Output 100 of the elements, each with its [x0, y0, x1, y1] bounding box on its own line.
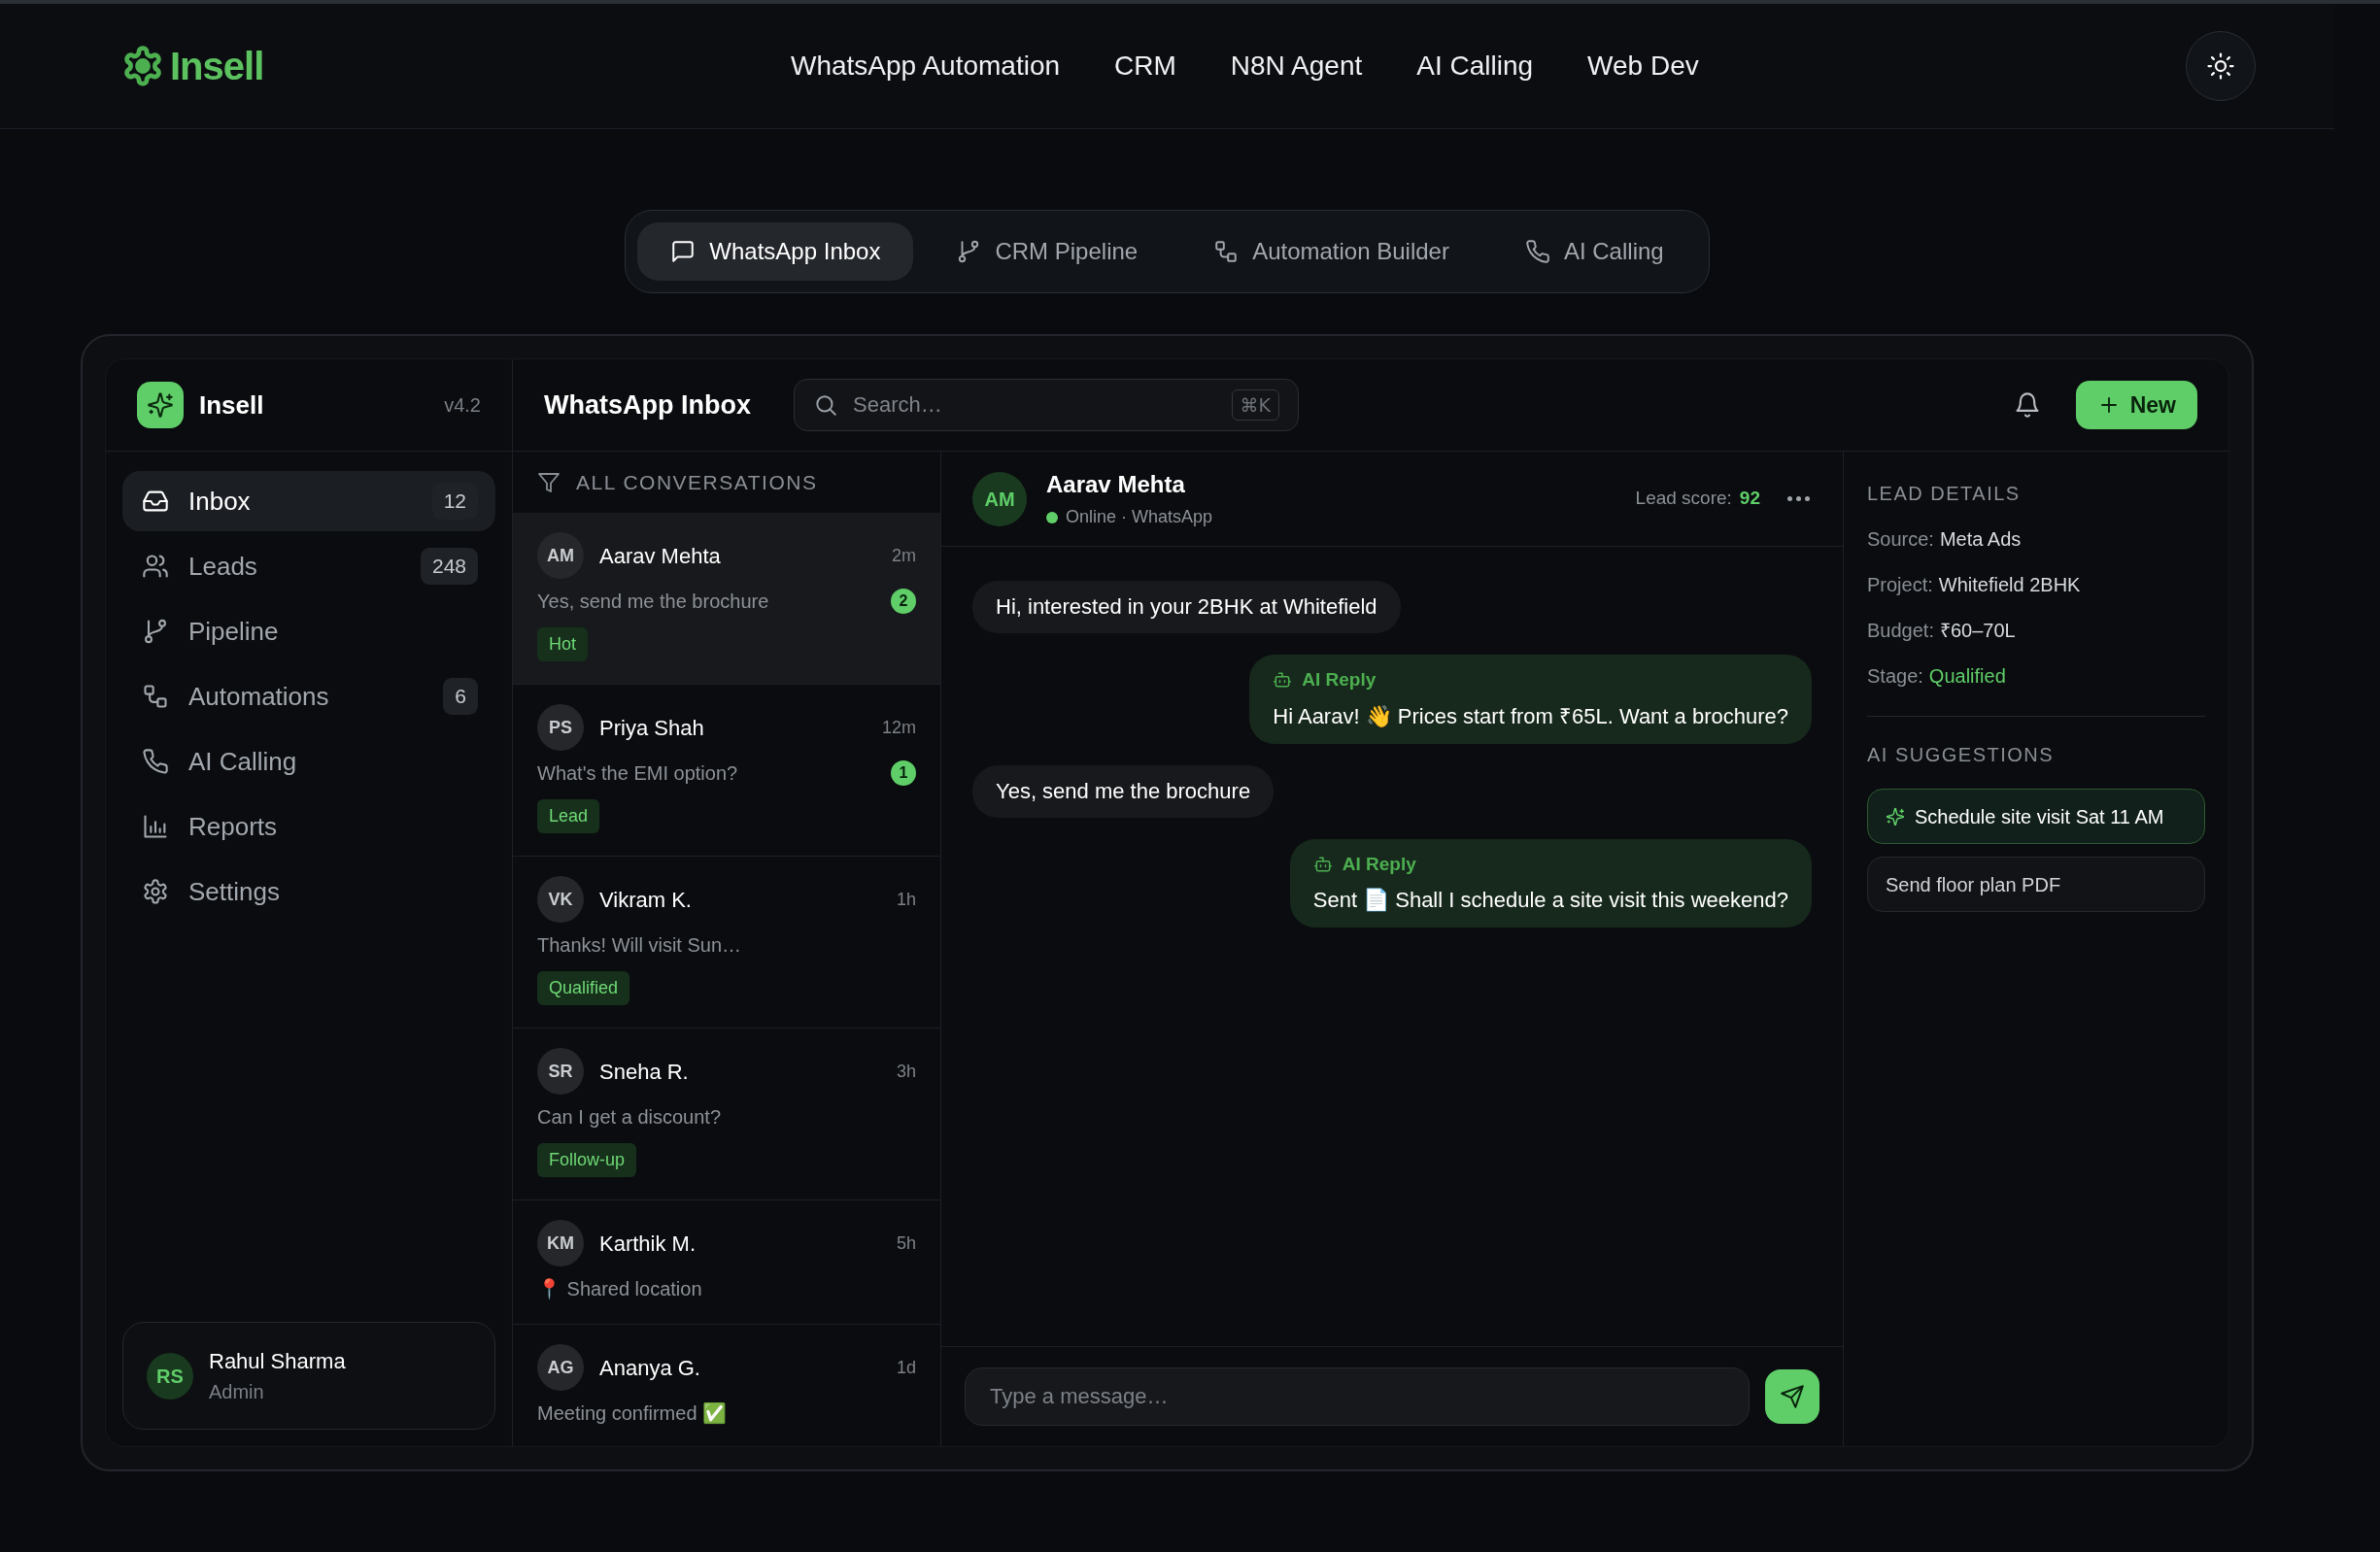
detail-label: Budget:	[1867, 619, 1934, 643]
message-time: 5h	[896, 1231, 916, 1255]
brand-logo[interactable]: Insell	[170, 37, 264, 95]
sidebar-item[interactable]: Automations 6	[122, 666, 495, 726]
page-title: WhatsApp Inbox	[544, 388, 752, 422]
detail-label: Project:	[1867, 573, 1933, 597]
app-name: Insell	[199, 388, 264, 422]
ai-reply-label: AI Reply	[1302, 668, 1377, 692]
user-name: Rahul Sharma	[209, 1348, 346, 1375]
contact-name: Ananya G.	[599, 1354, 701, 1382]
message-bubble: Hi, interested in your 2BHK at Whitefield	[972, 581, 1401, 633]
suggestion-button[interactable]: Schedule site visit Sat 11 AM	[1867, 789, 2205, 844]
lead-score-label: Lead score:	[1635, 487, 1732, 511]
sidebar-item[interactable]: AI Calling	[122, 731, 495, 792]
nav-link[interactable]: Web Dev	[1587, 46, 1699, 86]
gear-logo-icon	[121, 45, 164, 87]
lead-tag: Hot	[537, 627, 588, 661]
workflow-icon	[1213, 239, 1240, 264]
filter-icon	[537, 470, 561, 494]
phone-icon	[142, 748, 169, 775]
message-preview: Can I get a discount?	[537, 1105, 722, 1130]
sparkle-icon	[147, 391, 174, 419]
nav-link[interactable]: CRM	[1114, 46, 1176, 86]
contact-name: Vikram K.	[599, 886, 693, 914]
contact-avatar: SR	[537, 1048, 584, 1095]
version-label: v4.2	[444, 393, 481, 418]
message-preview: Meeting confirmed ✅	[537, 1401, 729, 1426]
sidebar-item[interactable]: Inbox 12	[122, 471, 495, 531]
message-time: 1h	[896, 888, 916, 911]
section-heading: LEAD DETAILS	[1867, 482, 2022, 506]
new-button[interactable]: New	[2075, 381, 2197, 429]
workflow-icon	[142, 683, 169, 710]
count-badge: 6	[443, 678, 478, 715]
sidebar-item[interactable]: Leads 248	[122, 536, 495, 596]
sun-icon	[2206, 51, 2235, 81]
search-icon	[813, 392, 838, 418]
settings-icon	[142, 878, 169, 905]
user-card[interactable]: RS Rahul Sharma Admin	[122, 1322, 495, 1430]
contact-name: Aarav Mehta	[1046, 470, 1186, 499]
list-heading: ALL CONVERSATIONS	[576, 469, 818, 495]
message-bubble: Yes, send me the brochure	[972, 764, 1275, 818]
sidebar-item[interactable]: Settings	[122, 861, 495, 922]
message-text: Hi Aarav! 👋 Prices start from ₹65L. Want a brochure?	[1273, 702, 1788, 730]
shortcut-hint: ⌘K	[1231, 389, 1279, 421]
message-preview: Thanks! Will visit Sun…	[537, 933, 743, 958]
send-icon	[1780, 1384, 1805, 1409]
nav-link[interactable]: N8N Agent	[1230, 46, 1363, 86]
contact-avatar: PS	[537, 704, 584, 751]
bar-chart-icon	[142, 813, 169, 840]
message-time: 3h	[896, 1060, 916, 1083]
lead-tag: Qualified	[537, 971, 630, 1005]
contact-avatar: AM	[972, 471, 1027, 526]
detail-label: Stage:	[1867, 664, 1923, 689]
contact-avatar: AG	[537, 1344, 584, 1391]
count-badge: 12	[431, 483, 478, 520]
message-text: Sent 📄 Shall I schedule a site visit this weekend?	[1312, 887, 1788, 914]
section-heading: AI SUGGESTIONS	[1867, 743, 2056, 767]
sidebar-item[interactable]: Reports	[122, 796, 495, 857]
detail-label: Source:	[1867, 527, 1934, 552]
sidebar-item[interactable]: Pipeline	[122, 601, 495, 661]
contact-name: Karthik M.	[599, 1230, 697, 1258]
phone-icon	[1524, 239, 1550, 264]
contact-name: Sneha R.	[599, 1058, 690, 1086]
user-avatar: RS	[147, 1352, 193, 1400]
unread-badge: 1	[891, 760, 916, 786]
demo-tab[interactable]: CRM Pipeline	[923, 222, 1172, 281]
message-time: 1d	[896, 1356, 916, 1379]
unread-badge: 2	[891, 589, 916, 614]
ai-reply-label: AI Reply	[1342, 852, 1416, 876]
demo-tab[interactable]: Automation Builder	[1180, 222, 1482, 281]
detail-value: Whitefield 2BHK	[1938, 573, 2081, 597]
message-preview: What's the EMI option?	[537, 761, 739, 786]
contact-name: Priya Shah	[599, 714, 705, 742]
nav-link[interactable]: AI Calling	[1416, 46, 1534, 86]
detail-value: Qualified	[1928, 664, 2006, 689]
contact-avatar: VK	[537, 876, 584, 923]
contact-name: Aarav Mehta	[599, 542, 722, 570]
chat-bubble-icon	[670, 239, 697, 264]
message-preview: Yes, send me the brochure	[537, 590, 770, 614]
suggestion-button[interactable]: Send floor plan PDF	[1867, 857, 2205, 912]
conversation-item[interactable]: AM Aarav Mehta 2m Yes, send me the brochure 2 Hot	[513, 513, 940, 685]
send-button[interactable]	[1765, 1369, 1819, 1424]
contact-avatar: AM	[537, 532, 584, 579]
message-time: 12m	[882, 716, 916, 739]
detail-value: ₹60–70L	[1939, 619, 2016, 643]
detail-value: Meta Ads	[1939, 527, 2022, 552]
contact-status: Online · WhatsApp	[1066, 506, 1213, 528]
message-preview: 📍 Shared location	[537, 1277, 703, 1301]
branch-icon	[142, 618, 169, 645]
demo-tab[interactable]: WhatsApp Inbox	[637, 222, 914, 281]
user-role: Admin	[209, 1380, 265, 1404]
message-input[interactable]: Type a message…	[965, 1367, 1750, 1426]
lead-tag: Follow-up	[537, 1143, 637, 1177]
contact-avatar: KM	[537, 1220, 584, 1266]
sparkle-icon	[1886, 806, 1905, 827]
count-badge: 248	[420, 548, 478, 585]
demo-tab[interactable]: AI Calling	[1491, 222, 1697, 281]
lead-score-value: 92	[1739, 487, 1760, 511]
users-icon	[142, 553, 169, 580]
nav-link[interactable]: WhatsApp Automation	[791, 46, 1061, 86]
